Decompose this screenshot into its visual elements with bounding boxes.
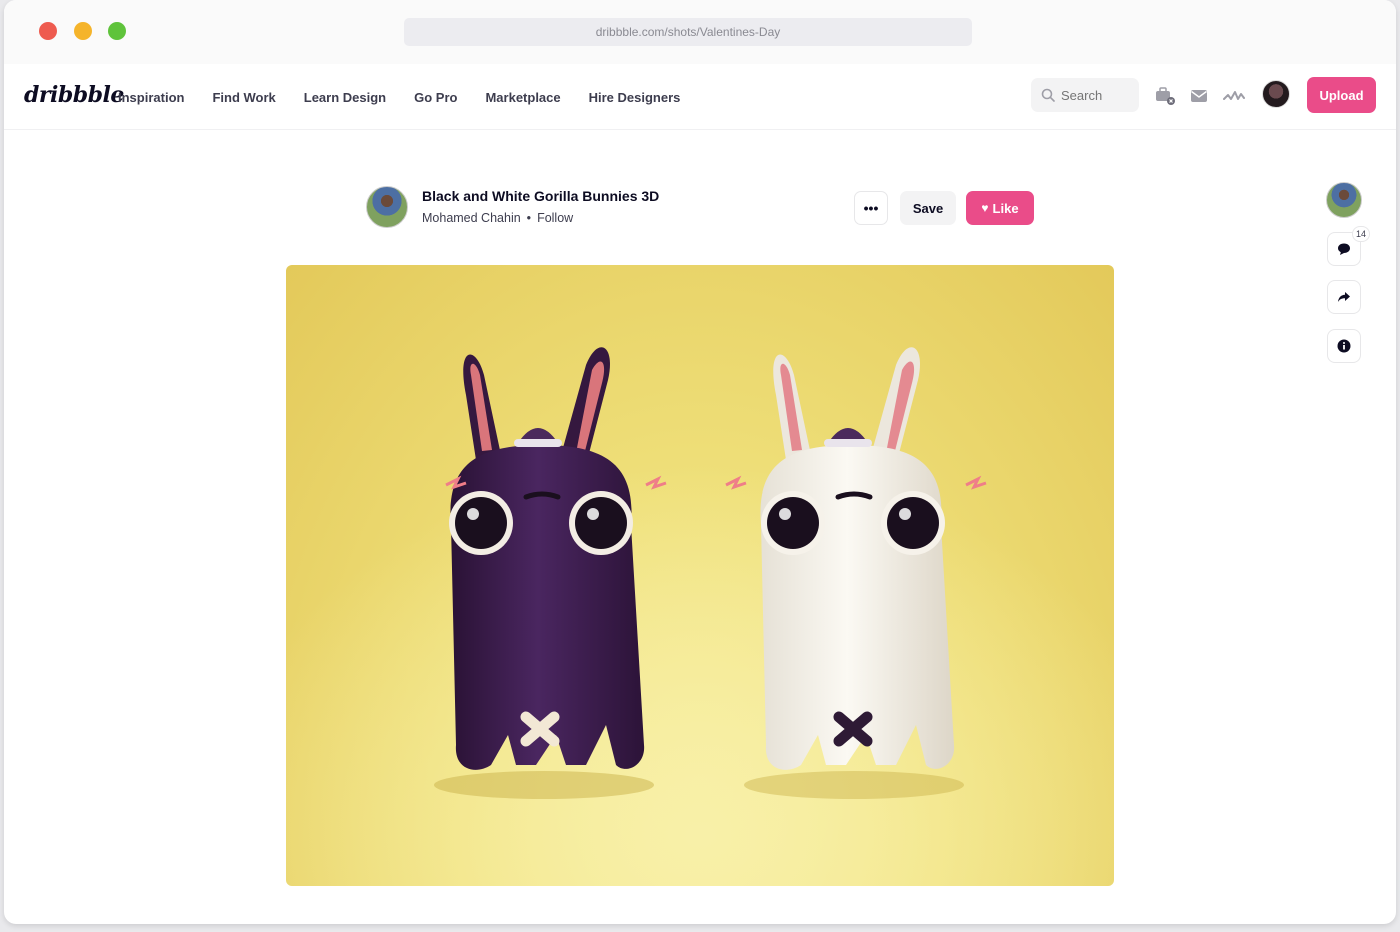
shot-title: Black and White Gorilla Bunnies 3D [422,188,660,204]
dribbble-logo[interactable]: dribbble [24,82,124,108]
search-box[interactable] [1031,78,1139,112]
follow-link[interactable]: Follow [537,211,573,225]
details-button[interactable] [1327,329,1361,363]
nav-link-go-pro[interactable]: Go Pro [414,90,457,105]
share-icon [1338,292,1350,302]
search-input[interactable] [1061,87,1131,103]
separator-dot: • [526,211,532,225]
sidebar-author-avatar[interactable] [1326,182,1362,218]
shot-image[interactable] [286,265,1114,886]
author-avatar[interactable] [366,186,408,228]
user-avatar[interactable] [1262,80,1290,108]
like-label: Like [992,200,1019,216]
heart-icon: ♥ [981,201,989,215]
bunnies-illustration [286,265,1114,886]
nav-link-find-work[interactable]: Find Work [212,90,275,105]
close-window-button[interactable] [39,22,57,40]
browser-window: dribbble.com/shots/Valentines-Day dribbb… [4,0,1396,924]
top-navigation: dribbble Inspiration Find Work Learn Des… [4,64,1396,130]
briefcase-icon[interactable] [1154,86,1176,106]
minimize-window-button[interactable] [74,22,92,40]
nav-link-learn-design[interactable]: Learn Design [304,90,386,105]
activity-icon[interactable] [1223,86,1245,106]
nav-link-inspiration[interactable]: Inspiration [118,90,184,105]
share-button[interactable] [1327,280,1361,314]
maximize-window-button[interactable] [108,22,126,40]
mail-icon[interactable] [1188,86,1210,106]
address-bar[interactable]: dribbble.com/shots/Valentines-Day [404,18,972,46]
nav-link-marketplace[interactable]: Marketplace [485,90,560,105]
browser-titlebar: dribbble.com/shots/Valentines-Day [4,0,1396,64]
like-button[interactable]: ♥ Like [966,191,1034,225]
comment-count-badge: 14 [1352,226,1371,242]
nav-link-hire-designers[interactable]: Hire Designers [589,90,681,105]
comment-icon [1338,243,1350,255]
upload-button[interactable]: Upload [1307,77,1376,113]
nav-links: Inspiration Find Work Learn Design Go Pr… [118,64,708,130]
shot-meta: Mohamed Chahin • Follow [422,211,573,225]
search-icon [1041,88,1055,102]
more-options-button[interactable]: ••• [854,191,888,225]
author-name-link[interactable]: Mohamed Chahin [422,211,521,225]
info-icon [1337,339,1351,353]
save-button[interactable]: Save [900,191,956,225]
